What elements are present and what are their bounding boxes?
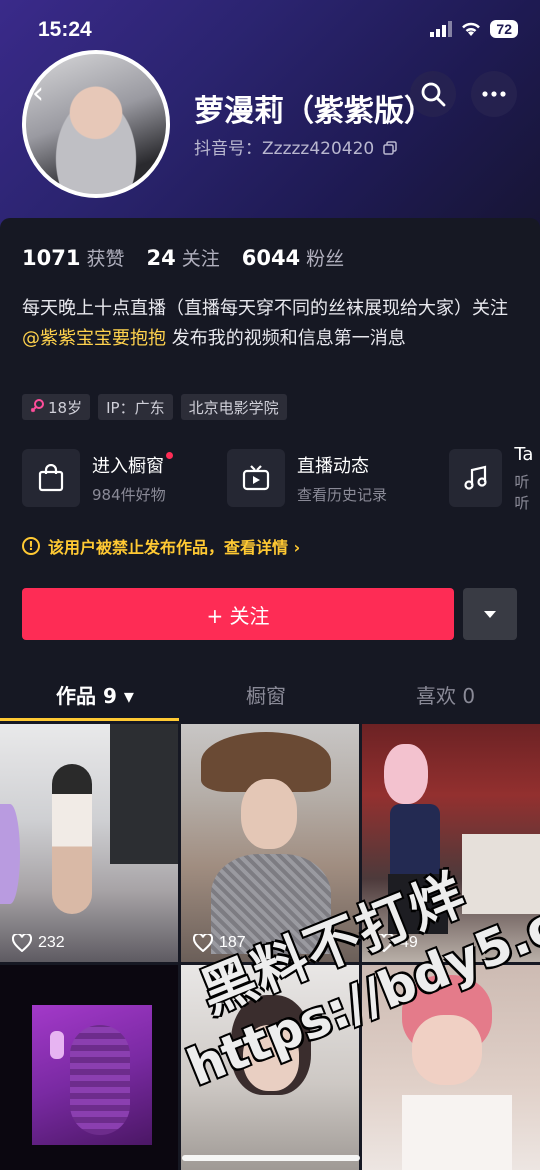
search-icon [421, 82, 446, 107]
school-tag[interactable]: 北京电影学院 [180, 394, 287, 420]
feature-music-title: Ta [514, 443, 534, 465]
tab-likes[interactable]: 喜欢 0 [416, 680, 475, 709]
tab-shop-window[interactable]: 橱窗 [246, 680, 286, 709]
content-tabs: 作品 9 ▾ 橱窗 喜欢 0 [0, 666, 540, 722]
stat-likes-label: 获赞 [86, 248, 125, 270]
female-gender-icon [30, 399, 44, 413]
copy-icon[interactable] [382, 141, 397, 155]
stat-followers-label: 粉丝 [306, 248, 345, 270]
video-thumbnail[interactable]: 232 [0, 724, 178, 962]
music-note-icon [449, 449, 503, 507]
feature-shop-title: 进入橱窗 [92, 455, 164, 477]
status-time: 15:24 [38, 18, 92, 41]
bio-text-end: 发布我的视频和信息第一消息 [166, 328, 406, 349]
caret-down-icon [484, 610, 496, 618]
heart-icon [12, 934, 32, 952]
tab-works[interactable]: 作品 9 ▾ [56, 680, 134, 709]
douyin-id-text: 抖音号：Zzzzz420420 [194, 139, 375, 159]
video-likes-count: 232 [38, 934, 65, 951]
stat-followers[interactable]: 6044 粉丝 [242, 244, 344, 271]
battery-indicator: 72 [490, 20, 518, 38]
profile-name: 萝漫莉（紫紫版） [194, 94, 434, 129]
feature-shop-window[interactable]: 进入橱窗 984件好物 [22, 448, 173, 508]
more-dots-icon [482, 91, 506, 97]
profile-tags: 18岁 IP：广东 北京电影学院 [22, 394, 287, 420]
shopping-bag-icon [22, 449, 80, 507]
status-icons: 72 [430, 20, 518, 38]
stat-following[interactable]: 24 关注 [146, 244, 219, 271]
signal-icon [430, 21, 453, 37]
more-options-button[interactable] [471, 71, 517, 117]
age-tag: 18岁 [22, 394, 91, 420]
stats-row: 1071 获赞 24 关注 6044 粉丝 [22, 244, 344, 271]
video-likes: 232 [12, 934, 65, 952]
feature-live-subtitle: 查看历史记录 [297, 485, 388, 504]
follow-button[interactable]: + 关注 [22, 588, 454, 640]
feature-music[interactable]: Ta 听听 [449, 444, 540, 512]
warning-icon: ! [22, 537, 40, 555]
notification-dot [166, 451, 173, 459]
bio-text: 每天晚上十点直播（直播每天穿不同的丝袜展现给大家）关注 @紫紫宝宝要抱抱 发布我的… [22, 294, 522, 354]
avatar[interactable] [22, 50, 170, 198]
stat-following-label: 关注 [181, 248, 220, 270]
stat-followers-number: 6044 [241, 246, 301, 270]
search-button[interactable] [410, 71, 456, 117]
bio-mention-link[interactable]: @紫紫宝宝要抱抱 [22, 328, 166, 349]
tab-active-indicator [0, 718, 179, 721]
wifi-icon [462, 22, 481, 36]
back-icon[interactable]: ‹ [32, 76, 44, 111]
douyin-id[interactable]: 抖音号：Zzzzz420420 [194, 134, 397, 159]
recommend-dropdown-button[interactable] [463, 588, 517, 640]
video-thumbnail[interactable] [0, 965, 178, 1170]
ban-notice[interactable]: ! 该用户被禁止发布作品，查看详情 › [22, 534, 300, 558]
feature-live-title: 直播动态 [297, 455, 369, 477]
feature-shop-subtitle: 984件好物 [92, 485, 166, 504]
stat-likes[interactable]: 1071 获赞 [22, 244, 124, 271]
bio-text-start: 每天晚上十点直播（直播每天穿不同的丝袜展现给大家）关注 [22, 298, 508, 319]
feature-shortcuts: 进入橱窗 984件好物 直播动态 查看历史记录 Ta 听听 [22, 444, 540, 512]
ban-notice-text: 该用户被禁止发布作品，查看详情 › [48, 538, 301, 557]
ip-tag: IP：广东 [98, 394, 173, 420]
stat-likes-number: 1071 [22, 246, 81, 270]
home-indicator[interactable] [182, 1155, 360, 1161]
age-tag-text: 18岁 [48, 398, 83, 417]
tv-icon [227, 449, 285, 507]
feature-live-history[interactable]: 直播动态 查看历史记录 [227, 448, 387, 508]
feature-music-subtitle: 听听 [514, 472, 530, 512]
stat-following-number: 24 [146, 246, 176, 270]
